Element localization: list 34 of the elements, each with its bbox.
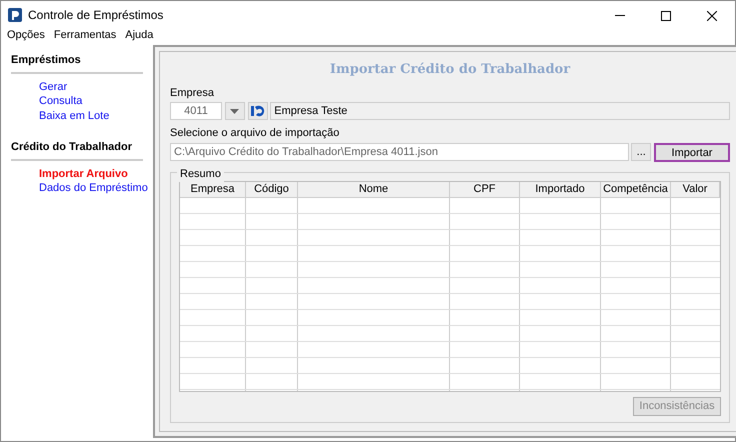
column-header[interactable]: Código xyxy=(246,182,298,198)
section-heading: Empréstimos xyxy=(11,52,143,74)
import-button[interactable]: Importar xyxy=(654,142,730,162)
minimize-icon[interactable] xyxy=(615,15,625,16)
column-header[interactable]: Valor xyxy=(671,182,720,198)
close-icon[interactable] xyxy=(707,10,717,21)
column-header[interactable]: Importado xyxy=(520,182,601,198)
panel-title: Importar Crédito do Trabalhador xyxy=(328,61,572,79)
lookup-icon xyxy=(250,105,266,118)
window-title: Controle de Empréstimos xyxy=(28,7,164,24)
sidebar-link[interactable]: Gerar xyxy=(39,80,68,94)
maximize-icon[interactable] xyxy=(661,10,671,21)
dropdown-button[interactable] xyxy=(224,102,245,120)
menu-item[interactable]: Ajuda xyxy=(125,27,154,44)
field-label: Empresa xyxy=(170,86,216,100)
menu-item[interactable]: Ferramentas xyxy=(54,27,116,44)
caret-icon xyxy=(230,108,240,114)
column-header[interactable]: CPF xyxy=(450,182,520,198)
menu-item[interactable]: Opções xyxy=(7,27,45,44)
code-field[interactable]: 4011 xyxy=(170,102,222,120)
lookup-button[interactable] xyxy=(248,102,268,120)
column-header[interactable]: Empresa xyxy=(180,182,246,198)
browse-button[interactable]: ... xyxy=(631,143,652,161)
field-label: Selecione o arquivo de importação xyxy=(170,126,340,140)
company-name-field: Empresa Teste xyxy=(270,102,730,120)
sidebar-link[interactable]: Baixa em Lote xyxy=(39,108,110,123)
sidebar-link[interactable]: Consulta xyxy=(39,94,82,108)
file-path-field[interactable]: C:\Arquivo Crédito do Trabalhador\Empresa 4011.json xyxy=(170,143,628,161)
sidebar-link[interactable]: Dados do Empréstimo xyxy=(39,181,148,196)
section-heading: Crédito do Trabalhador xyxy=(11,139,143,160)
column-header[interactable]: Competência xyxy=(601,182,671,198)
sidebar-link[interactable]: Importar Arquivo xyxy=(39,166,128,181)
app-icon xyxy=(8,8,22,22)
column-header[interactable]: Nome xyxy=(298,182,450,198)
